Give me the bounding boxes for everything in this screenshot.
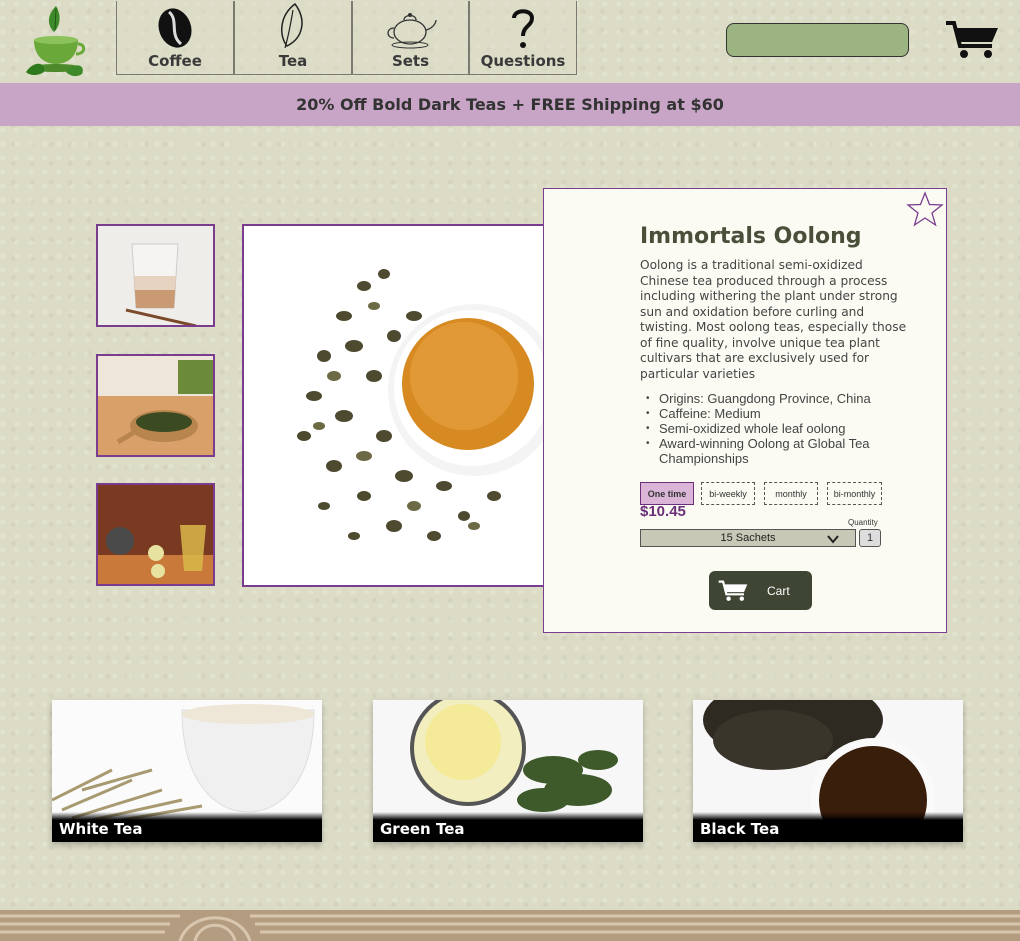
logo[interactable] — [20, 2, 92, 80]
star-icon — [906, 191, 944, 227]
list-item: Award-winning Oolong at Global Tea Champ… — [646, 436, 916, 466]
category-card-black-tea[interactable]: Black Tea — [693, 700, 963, 842]
loose-leaf-spoon-thumbnail[interactable] — [96, 354, 215, 457]
nav-coffee-label: Coffee — [148, 52, 202, 70]
nav-tea-label: Tea — [278, 52, 308, 70]
category-label: White Tea — [59, 820, 143, 838]
search-input[interactable] — [726, 23, 909, 57]
promo-banner: 20% Off Bold Dark Teas + FREE Shipping a… — [0, 83, 1020, 126]
nav-tea[interactable]: Tea — [234, 1, 352, 75]
cart-icon — [946, 21, 998, 58]
category-card-white-tea[interactable]: White Tea — [52, 700, 322, 842]
category-card-green-tea[interactable]: Green Tea — [373, 700, 643, 842]
coffee-bean-icon — [158, 8, 192, 48]
quantity-input[interactable]: 1 — [859, 529, 881, 547]
frequency-monthly[interactable]: monthly — [764, 482, 818, 505]
nav-questions[interactable]: Questions — [469, 1, 577, 75]
favorite-button[interactable] — [906, 191, 944, 227]
product-title: Immortals Oolong — [640, 224, 862, 249]
nav-questions-label: Questions — [480, 52, 566, 70]
category-label: Green Tea — [380, 820, 465, 838]
question-mark-icon — [512, 9, 535, 48]
nav-coffee[interactable]: Coffee — [116, 1, 234, 75]
teapot-icon — [386, 13, 437, 49]
list-item: Origins: Guangdong Province, China — [646, 391, 916, 406]
frequency-one-time[interactable]: One time — [640, 482, 694, 505]
chevron-down-icon — [827, 535, 839, 544]
category-label: Black Tea — [700, 820, 780, 838]
quantity-label: Quantity — [848, 518, 878, 527]
cart-icon — [718, 580, 748, 601]
footer-sand-pattern — [0, 910, 1020, 941]
size-select[interactable]: 15 Sachets — [640, 529, 856, 547]
product-description: Oolong is a traditional semi-oxidized Ch… — [640, 258, 907, 381]
size-select-value: 15 Sachets — [720, 532, 776, 544]
product-price: $10.45 — [640, 503, 686, 520]
header-cart-button[interactable] — [944, 20, 1000, 60]
tea-set-tray-thumbnail[interactable] — [96, 483, 215, 586]
list-item: Caffeine: Medium — [646, 406, 916, 421]
add-to-cart-label: Cart — [767, 583, 790, 598]
frequency-bi-monthly[interactable]: bi-monthly — [827, 482, 882, 505]
nav-sets-label: Sets — [391, 52, 430, 70]
tea-leaf-icon — [281, 2, 303, 49]
nav-sets[interactable]: Sets — [352, 1, 469, 75]
promo-text: 20% Off Bold Dark Teas + FREE Shipping a… — [296, 95, 724, 114]
frequency-bi-weekly[interactable]: bi-weekly — [701, 482, 755, 505]
add-to-cart-button[interactable]: Cart — [709, 571, 812, 610]
list-item: Semi-oxidized whole leaf oolong — [646, 421, 916, 436]
product-details-list: Origins: Guangdong Province, China Caffe… — [646, 391, 916, 466]
latte-glass-thumbnail[interactable] — [96, 224, 215, 327]
teacup-leaf-logo-icon — [26, 6, 86, 77]
